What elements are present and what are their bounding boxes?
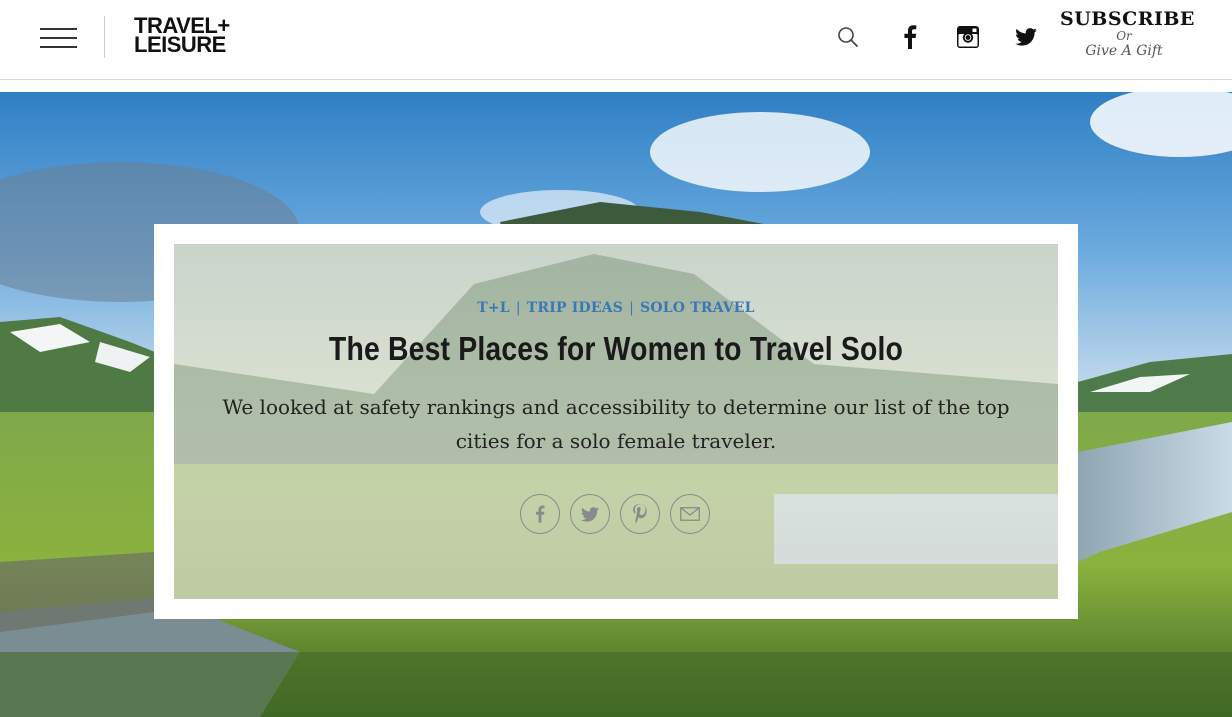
subscribe-or: Or: [1116, 29, 1132, 43]
breadcrumb-trip-ideas[interactable]: TRIP IDEAS: [527, 300, 623, 316]
instagram-icon[interactable]: [953, 22, 983, 52]
subscribe-link[interactable]: SUBSCRIBE Or Give A Gift: [1060, 8, 1195, 60]
site-logo[interactable]: TRAVEL+ LEISURE: [134, 15, 230, 57]
email-share-icon[interactable]: [670, 494, 710, 534]
breadcrumb-separator: |: [629, 300, 635, 316]
give-gift-link[interactable]: Give A Gift: [1060, 43, 1188, 60]
breadcrumb: T+L | TRIP IDEAS | SOLO TRAVEL: [174, 300, 1058, 316]
twitter-icon[interactable]: [1011, 22, 1041, 52]
search-icon[interactable]: [833, 22, 863, 52]
logo-line-2: LEISURE: [134, 32, 226, 57]
facebook-icon[interactable]: [895, 22, 925, 52]
header-divider: [104, 16, 105, 58]
site-header: TRAVEL+ LEISURE SUBSCRIBE Or Give A Gift: [0, 0, 1232, 80]
article-header-panel: T+L | TRIP IDEAS | SOLO TRAVEL The Best Plac…: [174, 244, 1058, 599]
breadcrumb-tl[interactable]: T+L: [477, 300, 510, 316]
hamburger-menu-icon[interactable]: [40, 28, 77, 48]
twitter-share-icon[interactable]: [570, 494, 610, 534]
article-header-card: T+L | TRIP IDEAS | SOLO TRAVEL The Best Plac…: [154, 224, 1078, 619]
article-title: The Best Places for Women to Travel Solo: [328, 330, 904, 367]
hero-image: T+L | TRIP IDEAS | SOLO TRAVEL The Best Plac…: [0, 92, 1232, 717]
facebook-share-icon[interactable]: [520, 494, 560, 534]
article-dek: We looked at safety rankings and accessi…: [222, 395, 1010, 453]
pinterest-share-icon[interactable]: [620, 494, 660, 534]
share-buttons: [520, 494, 720, 534]
subscribe-label: SUBSCRIBE: [1060, 8, 1195, 30]
breadcrumb-separator: |: [515, 300, 521, 316]
breadcrumb-solo-travel[interactable]: SOLO TRAVEL: [640, 300, 755, 316]
